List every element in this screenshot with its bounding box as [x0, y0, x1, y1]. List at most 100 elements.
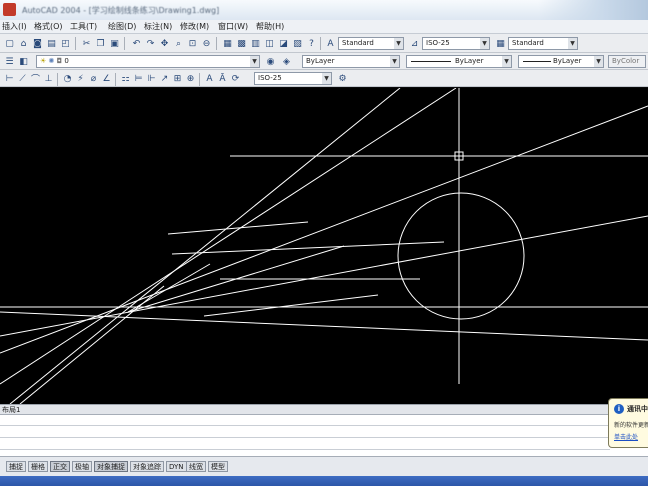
line-entity [167, 221, 309, 235]
title-bar: AutoCAD 2004 - [学习绘制线条练习\Drawing1.dwg] [0, 0, 648, 20]
dim-style-value: ISO-25 [426, 39, 450, 47]
menu-insert[interactable]: 插入(I) [2, 21, 27, 32]
otrack-toggle[interactable]: 对象追踪 [130, 461, 164, 472]
lineweight-toggle[interactable]: 线宽 [186, 461, 206, 472]
menu-window[interactable]: 窗口(W) [218, 21, 248, 32]
osnap-toggle[interactable]: 对象捕捉 [94, 461, 128, 472]
dim-style-icon: ⊿ [410, 38, 419, 49]
notification-balloon[interactable]: i 通讯中心 新的软件更新 单击此处 [608, 398, 648, 448]
construction-line [0, 88, 457, 385]
paste-icon[interactable]: ▣ [108, 37, 121, 50]
open-icon[interactable]: ⌂ [17, 37, 30, 50]
lineweight-select[interactable]: ByLayer ▼ [518, 55, 604, 68]
snap-toggle[interactable]: 捕捉 [6, 461, 26, 472]
balloon-link[interactable]: 单击此处 [614, 432, 638, 441]
layer-select[interactable]: ☀ ✺ ◘ 0 ▼ [36, 55, 260, 68]
chevron-down-icon[interactable]: ▼ [502, 56, 511, 67]
balloon-text: 新的软件更新 [614, 422, 648, 429]
calc-icon[interactable]: ▧ [291, 37, 304, 50]
zoom-icon[interactable]: ⌕ [172, 37, 185, 50]
layer-manager-icon[interactable]: ☰ [3, 55, 16, 68]
linear-dim-icon[interactable]: ⊢ [3, 72, 16, 85]
quick-dim-icon[interactable]: ⚏ [119, 72, 132, 85]
toolbar-separator [57, 73, 58, 86]
text-style-select[interactable]: Standard ▼ [338, 37, 404, 50]
line-entity [203, 294, 379, 317]
menu-dimension[interactable]: 标注(N) [144, 21, 172, 32]
save-icon[interactable]: ◙ [31, 37, 44, 50]
grid-toggle[interactable]: 栅格 [28, 461, 48, 472]
preview-icon[interactable]: ◰ [59, 37, 72, 50]
title-bar-gradient [538, 0, 648, 20]
aligned-dim-icon[interactable]: ⟋ [16, 72, 29, 85]
center-mark-icon[interactable]: ⊕ [184, 72, 197, 85]
undo-icon[interactable]: ↶ [130, 37, 143, 50]
lightbulb-icon: ☀ [40, 57, 47, 65]
table-style-select[interactable]: Standard ▼ [508, 37, 578, 50]
make-current-icon[interactable]: ◈ [280, 55, 293, 68]
continue-icon[interactable]: ⊩ [145, 72, 158, 85]
pan-icon[interactable]: ✥ [158, 37, 171, 50]
drawing-canvas[interactable] [0, 88, 648, 404]
help-icon[interactable]: ? [305, 37, 318, 50]
dim-text-edit-icon[interactable]: Ā [216, 72, 229, 85]
diameter-icon[interactable]: ⌀ [87, 72, 100, 85]
dim-style-icon[interactable]: ⚙ [336, 72, 349, 85]
menu-draw[interactable]: 绘图(D) [108, 21, 136, 32]
cut-icon[interactable]: ✂ [80, 37, 93, 50]
color-select[interactable]: ByLayer ▼ [302, 55, 400, 68]
autocad-app-icon[interactable] [3, 3, 16, 16]
redo-icon[interactable]: ↷ [144, 37, 157, 50]
baseline-icon[interactable]: ⊨ [132, 72, 145, 85]
model-toggle[interactable]: 模型 [208, 461, 228, 472]
chevron-down-icon[interactable]: ▼ [594, 56, 603, 67]
menu-bar: 插入(I) 格式(O) 工具(T) 绘图(D) 标注(N) 修改(M) 窗口(W… [0, 20, 648, 34]
arc-length-icon[interactable]: ⌒ [29, 72, 42, 85]
balloon-title: 通讯中心 [627, 405, 648, 413]
sheet-set-icon[interactable]: ◫ [263, 37, 276, 50]
tool-palettes-icon[interactable]: ▥ [249, 37, 262, 50]
command-history-line [0, 425, 610, 426]
new-icon[interactable]: ▢ [3, 37, 16, 50]
polar-toggle[interactable]: 极轴 [72, 461, 92, 472]
zoom-window-icon[interactable]: ⊡ [186, 37, 199, 50]
chevron-down-icon[interactable]: ▼ [394, 38, 403, 49]
layer-previous-icon[interactable]: ◉ [264, 55, 277, 68]
menu-help[interactable]: 帮助(H) [256, 21, 284, 32]
drawing-geometry [0, 88, 648, 404]
chevron-down-icon[interactable]: ▼ [480, 38, 489, 49]
linetype-select[interactable]: ByLayer ▼ [406, 55, 512, 68]
dim-edit-icon[interactable]: A [203, 72, 216, 85]
dim-style-select-2[interactable]: ISO-25 ▼ [254, 72, 332, 85]
leader-icon[interactable]: ↗ [158, 72, 171, 85]
markup-icon[interactable]: ◪ [277, 37, 290, 50]
zoom-previous-icon[interactable]: ⊖ [200, 37, 213, 50]
dim-update-icon[interactable]: ⟳ [229, 72, 242, 85]
design-center-icon[interactable]: ▩ [235, 37, 248, 50]
dim-style-2-value: ISO-25 [258, 74, 282, 82]
layer-state-icon[interactable]: ◧ [17, 55, 30, 68]
radius-icon[interactable]: ◔ [61, 72, 74, 85]
ortho-toggle[interactable]: 正交 [50, 461, 70, 472]
layout-tabs: 布局1 [0, 404, 648, 414]
chevron-down-icon[interactable]: ▼ [322, 73, 331, 84]
chevron-down-icon[interactable]: ▼ [250, 56, 259, 67]
command-window[interactable] [0, 414, 648, 456]
lineweight-sample [523, 61, 551, 62]
angular-icon[interactable]: ∠ [100, 72, 113, 85]
menu-modify[interactable]: 修改(M) [180, 21, 209, 32]
tolerance-icon[interactable]: ⊞ [171, 72, 184, 85]
ordinate-icon[interactable]: ⊥ [42, 72, 55, 85]
menu-format[interactable]: 格式(O) [34, 21, 63, 32]
chevron-down-icon[interactable]: ▼ [568, 38, 577, 49]
print-icon[interactable]: ▤ [45, 37, 58, 50]
copy-icon[interactable]: ❐ [94, 37, 107, 50]
dimension-toolbar: ⊢ ⟋ ⌒ ⊥ ◔ ⚡ ⌀ ∠ ⚏ ⊨ ⊩ ↗ ⊞ ⊕ A Ā ⟳ ISO-25… [0, 70, 648, 87]
chevron-down-icon[interactable]: ▼ [390, 56, 399, 67]
toolbar-separator [216, 37, 217, 50]
dim-style-select[interactable]: ISO-25 ▼ [422, 37, 490, 50]
dyn-toggle[interactable]: DYN [166, 461, 187, 472]
menu-tools[interactable]: 工具(T) [70, 21, 97, 32]
jogged-icon[interactable]: ⚡ [74, 72, 87, 85]
properties-icon[interactable]: ▦ [221, 37, 234, 50]
